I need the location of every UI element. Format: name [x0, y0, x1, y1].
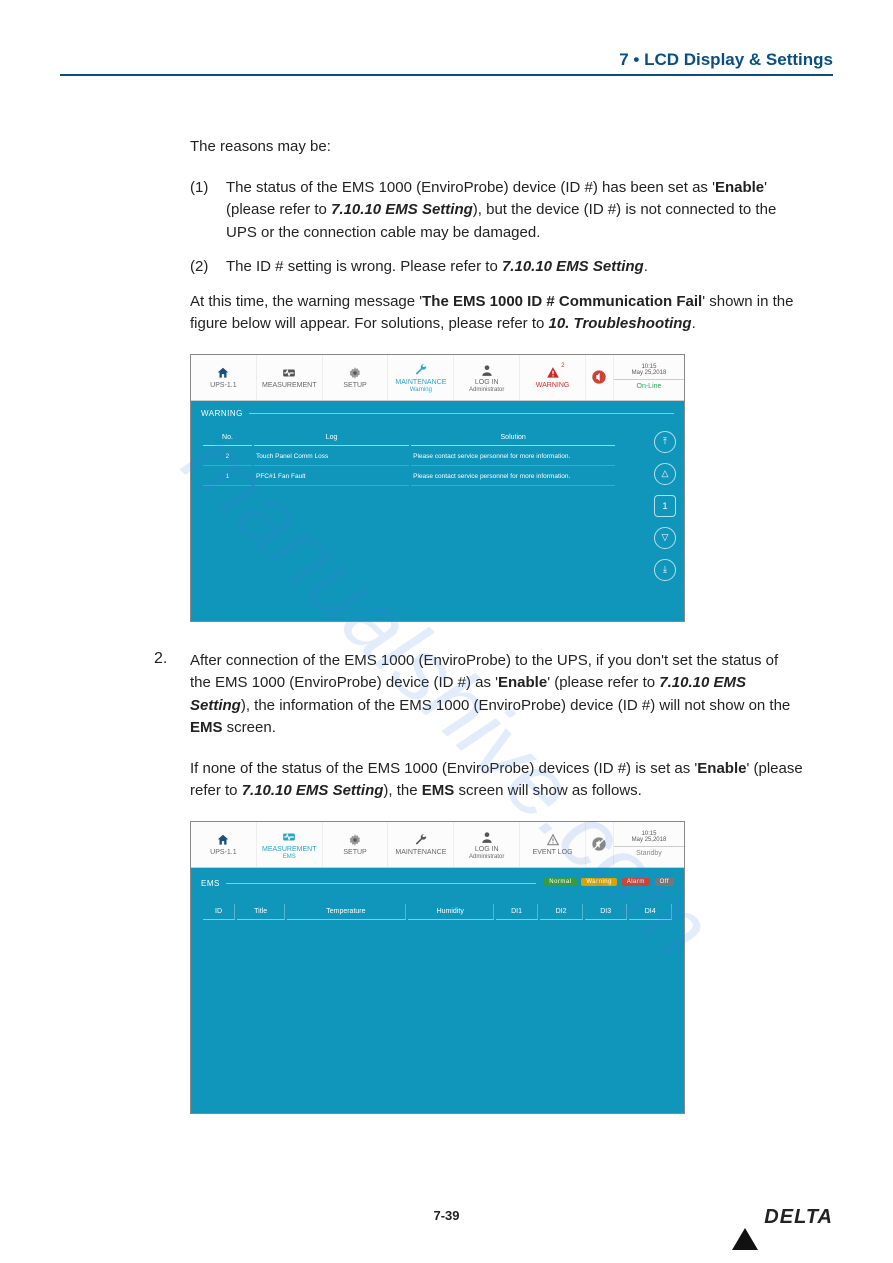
reason-1-num: (1): [190, 177, 216, 245]
ui1-side-controls: ⤒ △ 1 ▽ ⤓: [654, 431, 676, 581]
reason-2: (2) The ID # setting is wrong. Please re…: [190, 256, 803, 279]
item-2-number: 2.: [154, 650, 167, 668]
ui2-home-tab[interactable]: UPS-1.1: [191, 822, 257, 867]
col-temp: Temperature: [287, 904, 405, 920]
wrench-icon: [413, 362, 429, 378]
pulse-icon: [281, 829, 297, 845]
ui2-measurement-tab[interactable]: MEASUREMENT EMS: [257, 822, 323, 867]
page-indicator[interactable]: 1: [654, 495, 676, 517]
ui1-measurement-tab[interactable]: MEASUREMENT: [257, 355, 323, 400]
pulse-icon: [281, 365, 297, 381]
paragraph-2: After connection of the EMS 1000 (Enviro…: [190, 650, 803, 740]
ui1-warning-tab[interactable]: 2 WARNING: [520, 355, 586, 400]
home-icon: [215, 365, 231, 381]
col-di1: DI1: [496, 904, 539, 920]
reason-1: (1) The status of the EMS 1000 (EnviroPr…: [190, 177, 803, 245]
intro-text: The reasons may be:: [190, 136, 803, 159]
ui2-setup-tab[interactable]: SETUP: [323, 822, 389, 867]
table-row: 1 PFC#1 Fan Fault Please contact service…: [203, 468, 615, 486]
col-no: No.: [203, 430, 252, 446]
ui2-eventlog-tab[interactable]: EVENT LOG: [520, 822, 586, 867]
col-di2: DI2: [540, 904, 583, 920]
ui1-maintenance-tab[interactable]: MAINTENANCE Warning: [388, 355, 454, 400]
table-row: 2 Touch Panel Comm Loss Please contact s…: [203, 448, 615, 466]
speaker-muted-icon: [591, 836, 607, 852]
ui1-home-tab[interactable]: UPS-1.1: [191, 355, 257, 400]
warning-icon: 2: [545, 365, 561, 381]
brand-text: DELTA: [764, 1206, 833, 1229]
wrench-icon: [413, 832, 429, 848]
ui2-section-label: EMS Normal Warning Alarm Off: [201, 876, 674, 892]
ui2-maintenance-tab[interactable]: MAINTENANCE: [388, 822, 454, 867]
col-title: Title: [237, 904, 285, 920]
scroll-bottom-button[interactable]: ⤓: [654, 559, 676, 581]
scroll-down-button[interactable]: ▽: [654, 527, 676, 549]
gear-icon: [347, 365, 363, 381]
ui1-speaker-button[interactable]: [586, 355, 614, 400]
col-di4: DI4: [629, 904, 672, 920]
col-log: Log: [254, 430, 409, 446]
warning-outline-icon: [545, 832, 561, 848]
chapter-header: 7 • LCD Display & Settings: [60, 50, 833, 76]
delta-logo: DELTA: [732, 1206, 833, 1229]
ui1-section-label: WARNING: [201, 409, 674, 418]
reason-2-text: The ID # setting is wrong. Please refer …: [226, 256, 648, 279]
ui2-speaker-button[interactable]: [586, 822, 614, 867]
delta-triangle-icon: [732, 1206, 758, 1229]
warning-paragraph: At this time, the warning message 'The E…: [190, 291, 803, 336]
ui-screenshot-warning: UPS-1.1 MEASUREMENT SETUP MAINTENANCE Wa…: [190, 354, 685, 622]
user-icon: [479, 362, 495, 378]
col-solution: Solution: [411, 430, 615, 446]
gear-icon: [347, 832, 363, 848]
ui2-login-tab[interactable]: LOG IN Administrator: [454, 822, 520, 867]
ui2-ems-table: ID Title Temperature Humidity DI1 DI2 DI…: [201, 902, 674, 922]
col-di3: DI3: [585, 904, 628, 920]
speaker-icon: [591, 369, 607, 385]
reason-2-num: (2): [190, 256, 216, 279]
ui2-time-status: 10:15 May 25,2018 Standby: [614, 822, 684, 867]
status-badges: Normal Warning Alarm Off: [542, 876, 674, 886]
col-id: ID: [203, 904, 235, 920]
reason-1-text: The status of the EMS 1000 (EnviroProbe)…: [226, 177, 803, 245]
scroll-top-button[interactable]: ⤒: [654, 431, 676, 453]
col-hum: Humidity: [408, 904, 494, 920]
ui-screenshot-ems: UPS-1.1 MEASUREMENT EMS SETUP MAINTENANC…: [190, 821, 685, 1114]
user-icon: [479, 829, 495, 845]
ui1-body: WARNING No. Log Solution 2 Touch Panel C…: [191, 401, 684, 621]
ui1-setup-tab[interactable]: SETUP: [323, 355, 389, 400]
ui1-login-tab[interactable]: LOG IN Administrator: [454, 355, 520, 400]
scroll-up-button[interactable]: △: [654, 463, 676, 485]
paragraph-3: If none of the status of the EMS 1000 (E…: [190, 758, 803, 803]
ui2-topbar: UPS-1.1 MEASUREMENT EMS SETUP MAINTENANC…: [191, 822, 684, 868]
ui1-time-status: 10:15 May 25,2018 On-Line: [614, 355, 684, 400]
ui2-body: EMS Normal Warning Alarm Off ID Title Te…: [191, 868, 684, 1113]
ui1-warning-table: No. Log Solution 2 Touch Panel Comm Loss…: [201, 428, 617, 488]
ui1-topbar: UPS-1.1 MEASUREMENT SETUP MAINTENANCE Wa…: [191, 355, 684, 401]
home-icon: [215, 832, 231, 848]
